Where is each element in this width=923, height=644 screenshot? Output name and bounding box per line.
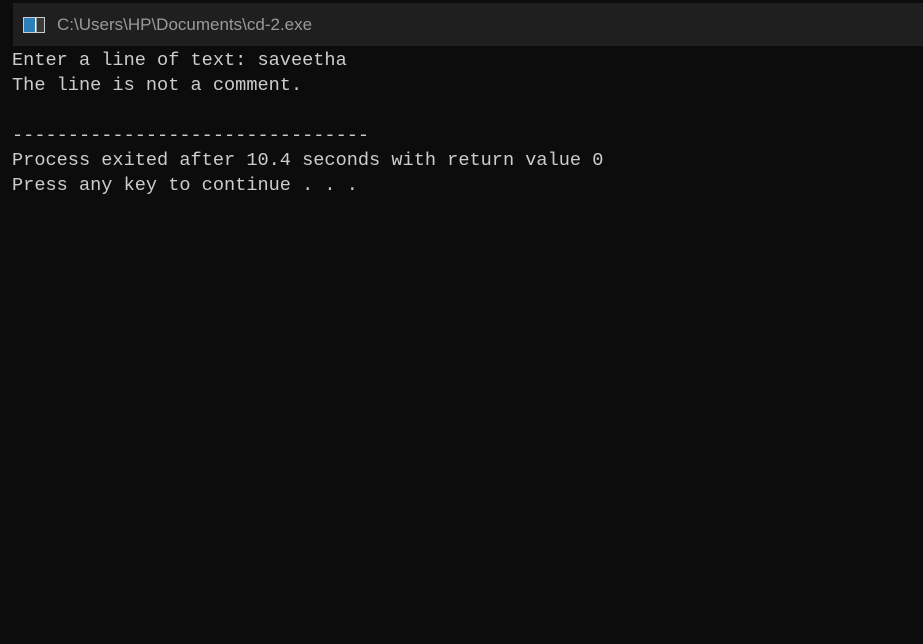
console-line: ​	[12, 98, 603, 123]
console-line: The line is not a comment.	[12, 75, 303, 96]
console-line: Enter a line of text: saveetha	[12, 50, 347, 71]
window-title: C:\Users\HP\Documents\cd-2.exe	[57, 14, 313, 34]
console-output[interactable]: Enter a line of text: saveetha The line i…	[12, 48, 603, 198]
console-line: Press any key to continue . . .	[12, 175, 358, 196]
title-bar[interactable]: C:\Users\HP\Documents\cd-2.exe	[13, 3, 923, 46]
console-app-icon	[23, 16, 45, 33]
console-separator: --------------------------------	[12, 125, 370, 146]
console-line: Process exited after 10.4 seconds with r…	[12, 150, 604, 171]
